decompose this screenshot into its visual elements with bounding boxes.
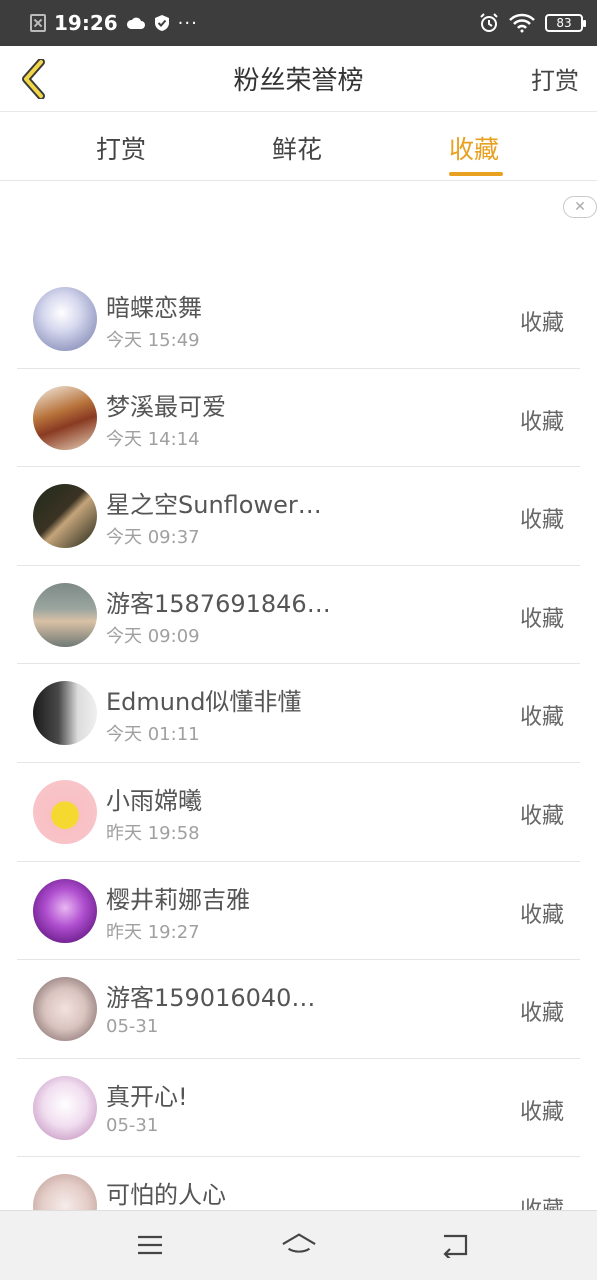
avatar[interactable] [33, 878, 97, 943]
avatar[interactable] [33, 385, 97, 450]
avatar[interactable] [33, 977, 97, 1042]
notification-icon [30, 14, 46, 32]
list-item[interactable]: 游客1587691846… 今天 09:09 收藏 [17, 566, 580, 665]
user-name: Edmund似懂非懂 [106, 688, 302, 717]
fan-list: 暗蝶恋舞 今天 15:49 收藏 梦溪最可爱 今天 14:14 收藏 星之空Su… [0, 270, 597, 1256]
list-item[interactable]: 真开心! 05-31 收藏 [17, 1059, 580, 1158]
item-action: 收藏 [519, 1099, 564, 1125]
avatar[interactable] [33, 582, 97, 647]
item-action: 收藏 [519, 606, 564, 632]
item-action: 收藏 [519, 311, 564, 336]
system-nav-bar [0, 1210, 597, 1280]
list-item[interactable]: 暗蝶恋舞 今天 15:49 收藏 [17, 270, 580, 369]
list-item[interactable]: 梦溪最可爱 今天 14:14 收藏 [17, 369, 580, 468]
list-item[interactable]: 游客159016040… 05-31 收藏 [17, 960, 580, 1059]
user-name: 真开心! [106, 1082, 188, 1111]
avatar[interactable] [33, 681, 97, 746]
item-time: 05-31 [106, 1114, 159, 1136]
item-time: 05-31 [106, 1016, 159, 1038]
active-tab-indicator [449, 172, 503, 176]
back-nav-button[interactable] [437, 1229, 473, 1261]
avatar[interactable] [33, 484, 97, 549]
menu-icon [138, 1235, 162, 1255]
user-name: 樱井莉娜吉雅 [106, 885, 250, 914]
avatar[interactable] [33, 779, 97, 844]
user-name: 游客1587691846… [106, 589, 331, 618]
avatar[interactable] [33, 287, 97, 351]
close-ad-button[interactable]: ✕ [563, 196, 597, 218]
list-item[interactable]: 樱井莉娜吉雅 昨天 19:27 收藏 [17, 862, 580, 961]
item-action: 收藏 [519, 705, 564, 731]
shield-icon [154, 15, 169, 31]
status-bar: 19:26 ··· 83 [0, 0, 597, 46]
item-time: 今天 01:11 [106, 724, 200, 746]
close-icon: ✕ [574, 199, 586, 215]
list-item[interactable]: 星之空Sunflower… 今天 09:37 收藏 [17, 467, 580, 566]
tab-bar: 打赏 鲜花 收藏 [0, 112, 597, 181]
menu-button[interactable] [132, 1229, 168, 1261]
item-time: 今天 14:14 [106, 428, 200, 450]
status-time: 19:26 [54, 11, 118, 35]
tab-favorites[interactable]: 收藏 [449, 130, 499, 166]
user-name: 小雨嫦曦 [106, 786, 202, 815]
item-action: 收藏 [519, 803, 564, 829]
cloud-icon [126, 17, 145, 29]
home-button[interactable] [281, 1229, 317, 1261]
item-action: 收藏 [519, 1001, 564, 1027]
user-name: 梦溪最可爱 [106, 392, 226, 421]
item-action: 收藏 [519, 409, 564, 435]
back-chevron-icon [22, 59, 45, 99]
item-action: 收藏 [519, 902, 564, 928]
wifi-icon [509, 13, 535, 33]
user-name: 可怕的人心 [106, 1181, 226, 1210]
back-button[interactable] [14, 56, 54, 102]
battery-icon: 83 [545, 14, 586, 32]
user-name: 星之空Sunflower… [106, 491, 322, 520]
item-time: 今天 15:49 [106, 330, 200, 351]
home-icon [282, 1233, 316, 1253]
item-time: 今天 09:37 [106, 527, 200, 549]
item-action: 收藏 [519, 508, 564, 534]
more-notifications-icon: ··· [177, 12, 198, 34]
return-icon [443, 1234, 468, 1258]
list-item[interactable]: 小雨嫦曦 昨天 19:58 收藏 [17, 763, 580, 862]
tab-reward[interactable]: 打赏 [96, 130, 146, 166]
list-item[interactable]: Edmund似懂非懂 今天 01:11 收藏 [17, 664, 580, 763]
item-time: 昨天 19:27 [106, 921, 200, 943]
alarm-icon [480, 13, 498, 32]
avatar[interactable] [33, 1075, 97, 1140]
tab-flowers[interactable]: 鲜花 [272, 130, 322, 166]
item-time: 昨天 19:58 [106, 822, 200, 844]
page-title: 粉丝荣誉榜 [233, 66, 364, 96]
header: 粉丝荣誉榜 打赏 [0, 46, 597, 112]
user-name: 游客159016040… [106, 984, 316, 1013]
item-time: 今天 09:09 [106, 625, 200, 647]
reward-header-button[interactable]: 打赏 [531, 61, 579, 96]
user-name: 暗蝶恋舞 [106, 294, 202, 322]
